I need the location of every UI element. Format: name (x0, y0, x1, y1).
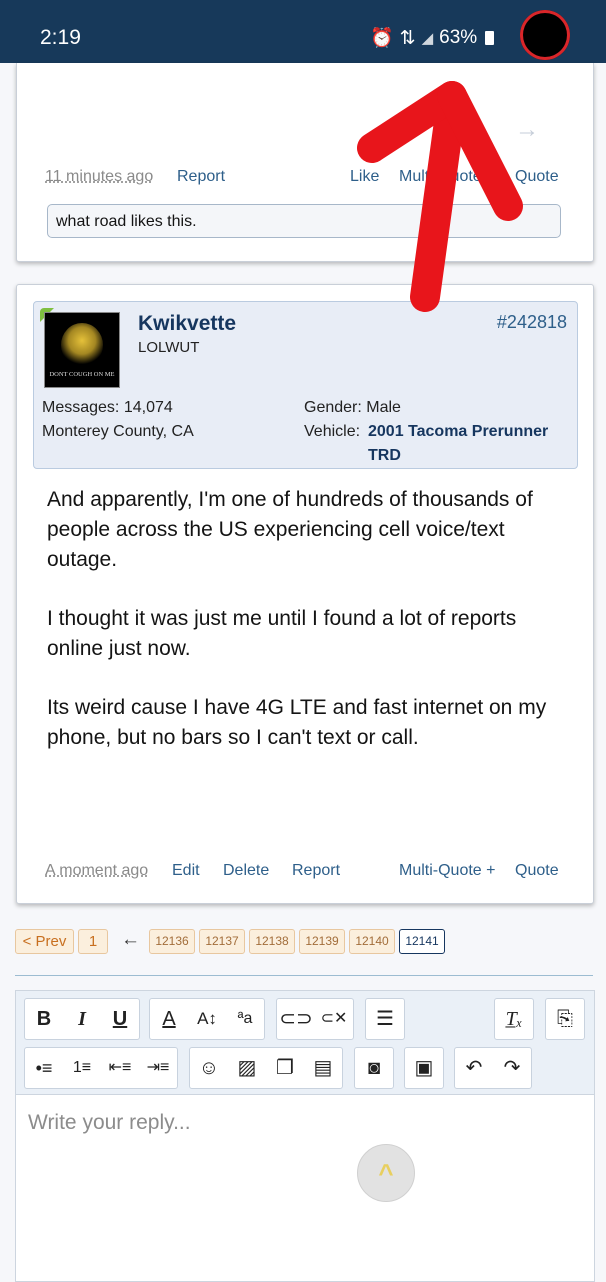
report-link[interactable]: Report (177, 168, 225, 186)
toolbar-group-draft: ▣ (404, 1047, 444, 1089)
italic-icon[interactable]: I (63, 999, 101, 1039)
quote-link[interactable]: Quote (515, 862, 559, 880)
location: Monterey County, CA (42, 423, 194, 440)
gender-label: Gender: (304, 399, 362, 416)
snake-image (61, 323, 103, 367)
multi-quote-link[interactable]: Multi-Quote + (399, 862, 495, 880)
indent-icon[interactable]: ⇥≡ (139, 1048, 177, 1088)
media-icon[interactable]: ❐ (266, 1048, 304, 1088)
toolbar-group-insert: ☺ ▨ ❐ ▤ (189, 1047, 343, 1089)
toolbar-group-align: ☰ (365, 998, 405, 1040)
page-button[interactable]: 12138 (249, 929, 295, 954)
redo-icon[interactable]: ↷ (493, 1048, 531, 1088)
scroll-to-top-button[interactable]: ^ (357, 1144, 415, 1202)
status-time: 2:19 (40, 26, 81, 49)
link-icon[interactable]: ⊂⊃ (277, 999, 315, 1039)
status-bar: 2:19 ⏰ ⇅ ◢ 63% (0, 0, 606, 63)
image-icon[interactable]: ▨ (228, 1048, 266, 1088)
vehicle-value-cont[interactable]: TRD (368, 447, 401, 465)
delete-link[interactable]: Delete (223, 862, 269, 880)
page-button[interactable]: 12140 (349, 929, 395, 954)
bold-icon[interactable]: B (25, 999, 63, 1039)
quote-link[interactable]: Quote (515, 168, 559, 186)
bullet-list-icon[interactable]: •≡ (25, 1048, 63, 1088)
underline-icon[interactable]: U (101, 999, 139, 1039)
camera-icon[interactable]: ◙ (355, 1048, 393, 1088)
post-card: DONT COUGH ON ME Kwikvette LOLWUT #24281… (16, 284, 594, 904)
insert-icon[interactable]: ▤ (304, 1048, 342, 1088)
multi-quote-link[interactable]: Multi-Quote (399, 168, 482, 186)
username[interactable]: Kwikvette (138, 312, 236, 336)
clear-format-icon[interactable]: T̲ₓ (495, 999, 533, 1039)
arrow-left-icon[interactable]: ← (467, 116, 515, 143)
editor-toolbar: B I U A A↕ ªa ⊂⊃ ⊂✕ ☰ T̲ₓ ⎘ •≡ 1≡ ⇤≡ ⇥≡ (16, 991, 594, 1095)
toolbar-group-camera: ◙ (354, 1047, 394, 1089)
reply-editor: B I U A A↕ ªa ⊂⊃ ⊂✕ ☰ T̲ₓ ⎘ •≡ 1≡ ⇤≡ ⇥≡ (15, 990, 595, 1282)
alarm-icon: ⏰ (370, 28, 394, 49)
pager-skip-arrow[interactable]: ← (121, 929, 140, 951)
unlink-icon[interactable]: ⊂✕ (315, 999, 353, 1039)
page-1-button[interactable]: 1 (78, 929, 108, 954)
prev-page-button[interactable]: < Prev (15, 929, 74, 954)
smilie-icon[interactable]: ☺ (190, 1048, 228, 1088)
toolbar-group-lists: •≡ 1≡ ⇤≡ ⇥≡ (24, 1047, 178, 1089)
avatar[interactable]: DONT COUGH ON ME (44, 312, 120, 388)
toolbar-group-bbcode: ⎘ (545, 998, 585, 1040)
screen-record-indicator[interactable] (520, 10, 570, 60)
outdent-icon[interactable]: ⇤≡ (101, 1048, 139, 1088)
messages-value: 14,074 (123, 399, 173, 416)
battery-icon (485, 31, 495, 45)
font-family-icon[interactable]: ªa (226, 999, 264, 1039)
post-paragraph: I thought it was just me until I found a… (47, 607, 517, 660)
quick-reply-snippet[interactable]: what road likes this. (47, 204, 561, 238)
toolbar-group-font: A A↕ ªa (149, 998, 265, 1040)
messages-label: Messages: (42, 399, 120, 416)
post-body: And apparently, I'm one of hundreds of t… (47, 485, 567, 782)
vehicle-line1[interactable]: 2001 Tacoma Prerunner (368, 423, 548, 440)
text-color-icon[interactable]: A (150, 999, 188, 1039)
number-list-icon[interactable]: 1≡ (63, 1048, 101, 1088)
toggle-bbcode-icon[interactable]: ⎘ (546, 999, 584, 1039)
page-button[interactable]: 12136 (149, 929, 195, 954)
undo-icon[interactable]: ↶ (455, 1048, 493, 1088)
current-page-button[interactable]: 12141 (399, 929, 445, 954)
user-info-block: DONT COUGH ON ME Kwikvette LOLWUT #24281… (33, 301, 578, 469)
post-paragraph: Its weird cause I have 4G LTE and fast i… (47, 696, 547, 749)
user-title: LOLWUT (138, 339, 200, 356)
vehicle-value[interactable]: 2001 Tacoma Prerunner (368, 423, 548, 441)
reply-textarea[interactable]: Write your reply... (28, 1111, 191, 1135)
post-card-previous: ←→ 11 minutes ago Report Like Multi-Quot… (16, 63, 594, 262)
post-nav-arrows[interactable]: ←→ (467, 116, 563, 144)
post-number[interactable]: #242818 (497, 312, 567, 333)
arrow-right-icon[interactable]: → (515, 116, 563, 143)
battery-percent: 63% (439, 27, 478, 48)
toolbar-group-text: B I U (24, 998, 140, 1040)
data-icon: ⇅ (399, 27, 416, 49)
chevron-up-icon[interactable]: ^ (378, 1158, 393, 1188)
toolbar-group-history: ↶ ↷ (454, 1047, 532, 1089)
align-icon[interactable]: ☰ (366, 999, 404, 1039)
like-link[interactable]: Like (350, 168, 379, 186)
vehicle-line2[interactable]: TRD (368, 447, 401, 464)
page-button[interactable]: 12137 (199, 929, 245, 954)
vehicle-label: Vehicle: (304, 423, 361, 440)
status-icons: ⏰ ⇅ ◢ 63% (370, 26, 495, 50)
post-time[interactable]: 11 minutes ago (45, 168, 153, 186)
post-paragraph: And apparently, I'm one of hundreds of t… (47, 488, 533, 571)
messages-stat: Messages: 14,074 (42, 399, 173, 417)
signal-icon: ◢ (421, 30, 434, 47)
edit-link[interactable]: Edit (172, 862, 200, 880)
toolbar-group-link: ⊂⊃ ⊂✕ (276, 998, 354, 1040)
post-time[interactable]: A moment ago (45, 862, 148, 880)
avatar-motto: DONT COUGH ON ME (49, 371, 115, 378)
save-draft-icon[interactable]: ▣ (405, 1048, 443, 1088)
gender-stat: Gender: Male (304, 399, 401, 417)
report-link[interactable]: Report (292, 862, 340, 880)
page-button[interactable]: 12139 (299, 929, 345, 954)
font-size-icon[interactable]: A↕ (188, 999, 226, 1039)
divider (15, 975, 593, 976)
toolbar-group-format: T̲ₓ (494, 998, 534, 1040)
gender-value: Male (366, 399, 401, 416)
